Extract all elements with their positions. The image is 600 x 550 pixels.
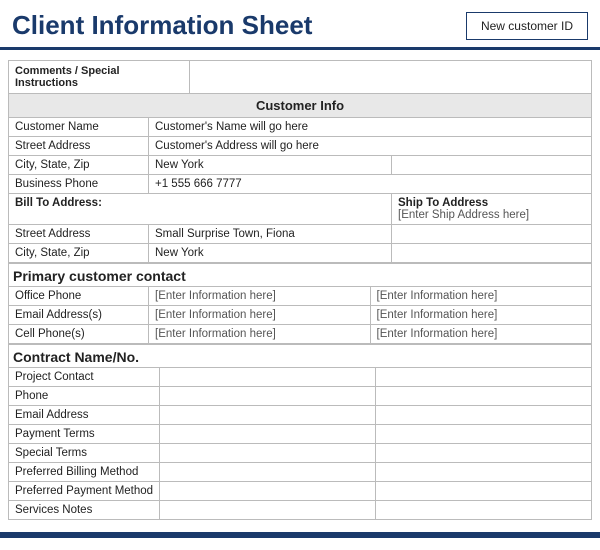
business-phone-value[interactable]: +1 555 666 7777 [149, 175, 592, 194]
city-state-zip-extra[interactable] [392, 156, 592, 175]
special-terms-label: Special Terms [9, 444, 160, 463]
bill-street-value[interactable]: Small Surprise Town, Fiona [149, 225, 392, 244]
cell-col1[interactable]: [Enter Information here] [149, 325, 371, 344]
special-terms-value[interactable] [160, 444, 376, 463]
table-row: Services Notes [9, 501, 592, 520]
table-row: City, State, Zip New York [9, 244, 592, 263]
office-phone-col1[interactable]: [Enter Information here] [149, 287, 371, 306]
bill-city-value[interactable]: New York [149, 244, 392, 263]
primary-contact-section-title: Primary customer contact [8, 263, 592, 286]
table-row: Preferred Billing Method [9, 463, 592, 482]
preferred-billing-label: Preferred Billing Method [9, 463, 160, 482]
street-address-label: Street Address [9, 137, 149, 156]
email-address-contract-label: Email Address [9, 406, 160, 425]
project-contact-col2[interactable] [376, 368, 592, 387]
preferred-billing-col2[interactable] [376, 463, 592, 482]
bottom-bar [0, 532, 600, 538]
project-contact-value[interactable] [160, 368, 376, 387]
phone-value[interactable] [160, 387, 376, 406]
table-row: Business Phone +1 555 666 7777 [9, 175, 592, 194]
bill-street-label: Street Address [9, 225, 149, 244]
table-row: Preferred Payment Method [9, 482, 592, 501]
table-row: Email Address(s) [Enter Information here… [9, 306, 592, 325]
ship-to-heading: Ship To Address [398, 197, 488, 209]
table-row: Office Phone [Enter Information here] [E… [9, 287, 592, 306]
ship-city-value[interactable] [392, 244, 592, 263]
email-col1[interactable]: [Enter Information here] [149, 306, 371, 325]
bill-to-label: Bill To Address: [9, 194, 149, 225]
cell-col2[interactable]: [Enter Information here] [370, 325, 592, 344]
special-terms-col2[interactable] [376, 444, 592, 463]
ship-to-placeholder[interactable]: [Enter Ship Address here] [398, 209, 529, 221]
services-notes-label: Services Notes [9, 501, 160, 520]
office-phone-col2[interactable]: [Enter Information here] [370, 287, 592, 306]
table-row: Special Terms [9, 444, 592, 463]
email-col2[interactable]: [Enter Information here] [370, 306, 592, 325]
main-content: Comments / Special Instructions Customer… [0, 50, 600, 528]
preferred-payment-value[interactable] [160, 482, 376, 501]
bill-ship-header-row: Bill To Address: Ship To Address [Enter … [9, 194, 592, 225]
phone-col2[interactable] [376, 387, 592, 406]
comments-label: Comments / Special Instructions [9, 61, 189, 93]
page-title: Client Information Sheet [12, 10, 312, 41]
email-address-contract-value[interactable] [160, 406, 376, 425]
customer-name-value[interactable]: Customer's Name will go here [149, 118, 592, 137]
table-row: Cell Phone(s) [Enter Information here] [… [9, 325, 592, 344]
customer-info-table: Customer Name Customer's Name will go he… [8, 117, 592, 263]
payment-terms-col2[interactable] [376, 425, 592, 444]
contract-table: Project Contact Phone Email Address Paym… [8, 367, 592, 520]
contract-section-title: Contract Name/No. [8, 344, 592, 367]
table-row: Payment Terms [9, 425, 592, 444]
preferred-billing-value[interactable] [160, 463, 376, 482]
customer-info-section-title: Customer Info [8, 93, 592, 117]
comments-row: Comments / Special Instructions [8, 60, 592, 93]
project-contact-label: Project Contact [9, 368, 160, 387]
new-customer-button[interactable]: New customer ID [466, 12, 588, 40]
table-row: Customer Name Customer's Name will go he… [9, 118, 592, 137]
table-row: Project Contact [9, 368, 592, 387]
street-address-value[interactable]: Customer's Address will go here [149, 137, 592, 156]
email-address-label: Email Address(s) [9, 306, 149, 325]
ship-street-value[interactable] [392, 225, 592, 244]
preferred-payment-col2[interactable] [376, 482, 592, 501]
customer-name-label: Customer Name [9, 118, 149, 137]
email-address-contract-col2[interactable] [376, 406, 592, 425]
office-phone-label: Office Phone [9, 287, 149, 306]
primary-contact-table: Office Phone [Enter Information here] [E… [8, 286, 592, 344]
bill-to-empty [149, 194, 392, 225]
table-row: Email Address [9, 406, 592, 425]
table-row: Street Address Customer's Address will g… [9, 137, 592, 156]
services-notes-value[interactable] [160, 501, 376, 520]
preferred-payment-label: Preferred Payment Method [9, 482, 160, 501]
page-header: Client Information Sheet New customer ID [0, 0, 600, 50]
cell-phone-label: Cell Phone(s) [9, 325, 149, 344]
table-row: City, State, Zip New York [9, 156, 592, 175]
city-state-zip-label: City, State, Zip [9, 156, 149, 175]
services-notes-col2[interactable] [376, 501, 592, 520]
table-row: Phone [9, 387, 592, 406]
city-state-zip-value[interactable]: New York [149, 156, 392, 175]
payment-terms-value[interactable] [160, 425, 376, 444]
business-phone-label: Business Phone [9, 175, 149, 194]
bill-city-label: City, State, Zip [9, 244, 149, 263]
payment-terms-label: Payment Terms [9, 425, 160, 444]
ship-to-label: Ship To Address [Enter Ship Address here… [392, 194, 592, 225]
comments-value[interactable] [189, 61, 591, 93]
table-row: Street Address Small Surprise Town, Fion… [9, 225, 592, 244]
phone-label: Phone [9, 387, 160, 406]
